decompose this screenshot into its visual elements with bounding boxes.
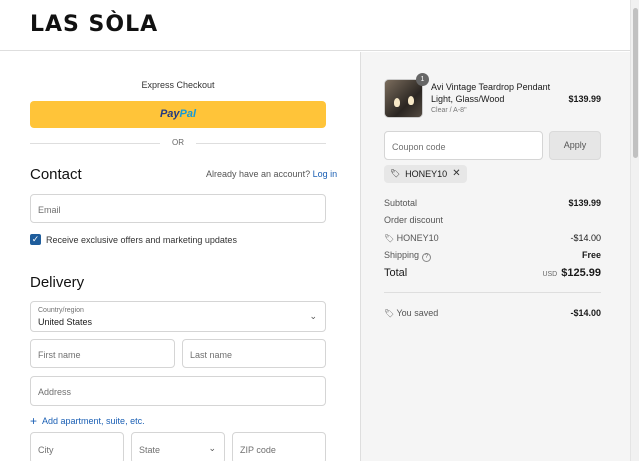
address-field[interactable]: Address bbox=[30, 376, 326, 406]
summary-divider bbox=[384, 292, 601, 293]
page-scrollbar[interactable] bbox=[630, 0, 639, 461]
total-value: $125.99 bbox=[561, 267, 601, 279]
city-field[interactable]: City bbox=[30, 432, 124, 461]
zip-field[interactable]: ZIP code bbox=[232, 432, 326, 461]
order-discount-row: Order discount bbox=[384, 215, 601, 225]
total-amount: USD $125.99 bbox=[542, 267, 601, 279]
paypal-logo-part2: Pal bbox=[179, 108, 197, 120]
total-row: Total USD $125.99 bbox=[384, 267, 601, 279]
discount-value: -$14.00 bbox=[570, 233, 601, 243]
login-link[interactable]: Log in bbox=[313, 169, 338, 179]
saved-value: -$14.00 bbox=[570, 308, 601, 318]
thumbnail-background bbox=[385, 80, 422, 117]
chevron-down-icon: ⌄ bbox=[208, 443, 216, 453]
offers-checkbox[interactable]: ✓ bbox=[30, 234, 41, 245]
first-name-placeholder: First name bbox=[38, 350, 81, 360]
product-price: $139.99 bbox=[568, 94, 601, 104]
email-placeholder: Email bbox=[38, 205, 61, 215]
country-select[interactable]: Country/region United States ⌄ bbox=[30, 301, 326, 332]
paypal-logo-part1: Pay bbox=[159, 108, 180, 120]
plus-icon: + bbox=[30, 414, 38, 428]
state-label: State bbox=[139, 445, 161, 455]
shipping-value: Free bbox=[581, 250, 601, 260]
delivery-title: Delivery bbox=[30, 274, 85, 291]
city-placeholder: City bbox=[38, 445, 54, 455]
country-value: United States bbox=[38, 317, 93, 327]
product-name: Avi Vintage Teardrop Pendant Light, Glas… bbox=[431, 82, 551, 104]
lamp-shape bbox=[408, 96, 414, 105]
or-divider-right bbox=[196, 143, 326, 144]
tag-icon: 🏷 bbox=[384, 234, 395, 243]
coupon-input[interactable]: Coupon code bbox=[384, 131, 543, 160]
chevron-down-icon: ⌄ bbox=[309, 311, 317, 321]
saved-row: 🏷 You saved -$14.00 bbox=[384, 308, 601, 318]
total-label: Total bbox=[384, 267, 408, 279]
tag-icon: 🏷 bbox=[390, 169, 401, 178]
coupon-placeholder: Coupon code bbox=[392, 142, 446, 152]
last-name-field[interactable]: Last name bbox=[182, 339, 326, 368]
quantity-badge: 1 bbox=[416, 73, 429, 86]
shipping-row: Shipping? Free bbox=[384, 250, 601, 262]
header: LAS SÒLA bbox=[0, 0, 630, 51]
offers-label: Receive exclusive offers and marketing u… bbox=[46, 235, 237, 245]
last-name-placeholder: Last name bbox=[190, 350, 233, 360]
brand-logo[interactable]: LAS SÒLA bbox=[30, 12, 158, 37]
info-icon[interactable]: ? bbox=[422, 253, 432, 262]
state-select[interactable]: State ⌄ bbox=[131, 432, 225, 461]
contact-title: Contact bbox=[30, 166, 82, 183]
apply-button[interactable]: Apply bbox=[549, 131, 601, 160]
product-thumbnail bbox=[384, 79, 423, 118]
address-placeholder: Address bbox=[38, 387, 72, 397]
subtotal-value: $139.99 bbox=[568, 198, 601, 208]
tag-icon: 🏷 bbox=[384, 309, 395, 318]
add-apartment-link[interactable]: + Add apartment, suite, etc. bbox=[30, 414, 145, 428]
email-field[interactable]: Email bbox=[30, 194, 326, 223]
order-discount-label: Order discount bbox=[384, 215, 444, 225]
order-summary: 1 Avi Vintage Teardrop Pendant Light, Gl… bbox=[360, 52, 630, 461]
lamp-shape bbox=[394, 98, 400, 107]
paypal-button[interactable]: PayPal bbox=[30, 101, 326, 128]
discount-code: HONEY10 bbox=[396, 233, 439, 243]
saved-label: You saved bbox=[396, 308, 439, 318]
remove-coupon-icon[interactable]: ✕ bbox=[452, 165, 460, 183]
account-prompt: Already have an account? Log in bbox=[206, 169, 337, 179]
scrollbar-thumb[interactable] bbox=[633, 8, 638, 158]
product-variant: Clear / A-8" bbox=[431, 107, 467, 114]
first-name-field[interactable]: First name bbox=[30, 339, 175, 368]
applied-coupon-code: HONEY10 bbox=[405, 169, 448, 179]
country-label: Country/region bbox=[38, 307, 84, 314]
applied-coupon-chip: 🏷 HONEY10 ✕ bbox=[384, 165, 467, 183]
express-checkout-label: Express Checkout bbox=[141, 80, 215, 90]
checkout-form: Express Checkout PayPal OR Contact Alrea… bbox=[0, 52, 360, 461]
shipping-label: Shipping bbox=[384, 250, 420, 260]
zip-placeholder: ZIP code bbox=[240, 445, 276, 455]
or-divider-text: OR bbox=[172, 138, 184, 147]
discount-code-row: 🏷 HONEY10 -$14.00 bbox=[384, 233, 601, 243]
subtotal-label: Subtotal bbox=[384, 198, 418, 208]
or-divider-left bbox=[30, 143, 160, 144]
currency-code: USD bbox=[542, 271, 558, 278]
subtotal-row: Subtotal $139.99 bbox=[384, 198, 601, 208]
add-apartment-label: Add apartment, suite, etc. bbox=[42, 416, 145, 426]
account-prompt-text: Already have an account? bbox=[206, 169, 311, 179]
